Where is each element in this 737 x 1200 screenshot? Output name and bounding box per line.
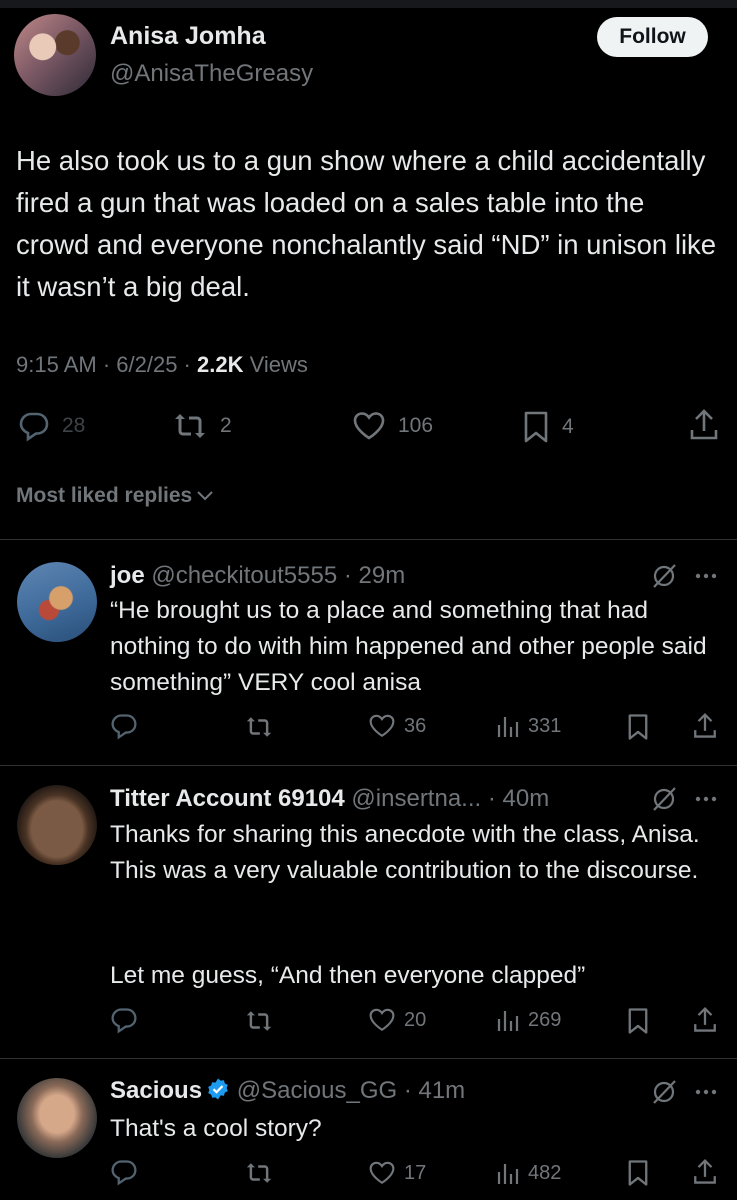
repost-count: 2 (220, 414, 232, 437)
grok-icon[interactable] (650, 785, 678, 813)
views-icon (497, 717, 519, 737)
avatar[interactable] (17, 785, 97, 865)
reply-button[interactable]: 28 (18, 410, 85, 442)
reply-header: joe @checkitout5555 · 29m (110, 562, 405, 590)
avatar[interactable] (17, 562, 97, 642)
views-button[interactable]: 331 (496, 713, 561, 739)
more-icon[interactable] (694, 1086, 718, 1098)
grok-icon[interactable] (650, 1078, 678, 1106)
views-icon (497, 1011, 519, 1031)
reply-icon (111, 1008, 137, 1034)
like-count: 106 (398, 414, 434, 437)
reply-count: 28 (62, 414, 86, 437)
reply-icon (111, 1160, 137, 1186)
views-count: 2.2K (196, 352, 244, 377)
chevron-down-icon (197, 491, 213, 501)
reply-author-name[interactable]: Titter Account 69104 (110, 785, 345, 812)
avatar[interactable] (17, 1078, 97, 1158)
reply-author-handle[interactable]: @checkitout5555 · 29m (151, 562, 405, 589)
verified-icon (208, 1078, 228, 1100)
reply-button[interactable] (110, 1006, 138, 1034)
bookmark-button[interactable] (626, 1007, 650, 1035)
bookmark-button[interactable] (626, 713, 650, 741)
reply-text: That's a cool story? (110, 1115, 322, 1142)
reply-text: “He brought us to a place and something … (110, 597, 707, 696)
author-avatar[interactable] (14, 14, 96, 96)
bookmark-button[interactable]: 4 (522, 410, 574, 444)
divider (0, 765, 737, 766)
bookmark-icon (628, 714, 648, 740)
reply-button[interactable] (110, 1158, 138, 1186)
like-button[interactable]: 20 (368, 1007, 426, 1033)
repost-button[interactable] (244, 1160, 274, 1186)
repost-button[interactable] (244, 714, 274, 740)
reply-header: Sacious @Sacious_GG · 41m (110, 1077, 465, 1105)
reply-header: Titter Account 69104 @insertna... · 40m (110, 785, 549, 813)
grok-icon[interactable] (650, 562, 678, 590)
repost-button[interactable] (244, 1008, 274, 1034)
more-icon[interactable] (694, 570, 718, 582)
share-button[interactable] (688, 408, 720, 442)
share-button[interactable] (692, 1158, 718, 1186)
views-button[interactable]: 269 (496, 1007, 561, 1033)
more-icon[interactable] (694, 793, 718, 805)
replies-sort-dropdown[interactable]: Most liked replies (16, 484, 214, 508)
reply-author-handle[interactable]: @insertna... · 40m (351, 785, 549, 812)
share-button[interactable] (692, 1006, 718, 1034)
like-button[interactable]: 17 (368, 1160, 426, 1186)
reply-icon (19, 412, 49, 442)
repost-icon (246, 1163, 272, 1183)
like-button[interactable]: 36 (368, 713, 426, 739)
share-icon (694, 713, 716, 738)
like-button[interactable]: 106 (352, 410, 433, 442)
repost-icon (246, 717, 272, 737)
like-icon (353, 412, 385, 440)
like-icon (369, 1161, 395, 1184)
reply-button[interactable] (110, 712, 138, 740)
reply-text-continued: Let me guess, “And then everyone clapped… (110, 962, 586, 989)
divider (0, 1058, 737, 1059)
views-icon (497, 1164, 519, 1184)
bookmark-button[interactable] (626, 1159, 650, 1187)
reply-author-name[interactable]: Sacious (110, 1077, 202, 1104)
reply-author-name[interactable]: joe (110, 562, 145, 589)
share-button[interactable] (692, 712, 718, 740)
like-count: 17 (404, 1161, 427, 1184)
tweet-timestamp[interactable]: 9:15 AM · 6/2/25 · (16, 352, 197, 377)
bookmark-icon (628, 1008, 648, 1034)
views-label: Views (243, 352, 308, 377)
repost-button[interactable]: 2 (172, 410, 232, 442)
like-count: 36 (404, 714, 427, 737)
tweet-text: He also took us to a gun show where a ch… (16, 145, 717, 302)
reply-author-handle[interactable]: @Sacious_GG · 41m (237, 1077, 465, 1104)
bookmark-icon (628, 1160, 648, 1186)
repost-icon (175, 414, 205, 438)
reply-text: Thanks for sharing this anecdote with th… (110, 821, 700, 884)
views-count: 482 (528, 1161, 562, 1184)
author-handle[interactable]: @AnisaTheGreasy (110, 60, 313, 88)
replies-sort-label: Most liked replies (16, 484, 193, 507)
share-icon (694, 1159, 716, 1184)
share-icon (690, 409, 718, 440)
top-border (0, 0, 737, 8)
author-name[interactable]: Anisa Jomha (110, 22, 266, 51)
bookmark-count: 4 (562, 415, 574, 438)
reply-icon (111, 714, 137, 740)
like-count: 20 (404, 1008, 427, 1031)
repost-icon (246, 1011, 272, 1031)
views-count: 269 (528, 1008, 562, 1031)
follow-button[interactable]: Follow (597, 17, 708, 57)
like-icon (369, 714, 395, 737)
like-icon (369, 1008, 395, 1031)
views-count: 331 (528, 714, 562, 737)
bookmark-icon (524, 411, 548, 443)
views-button[interactable]: 482 (496, 1160, 561, 1186)
tweet-meta: 9:15 AM · 6/2/25 · 2.2K Views (16, 352, 308, 378)
share-icon (694, 1007, 716, 1032)
divider (0, 539, 737, 540)
